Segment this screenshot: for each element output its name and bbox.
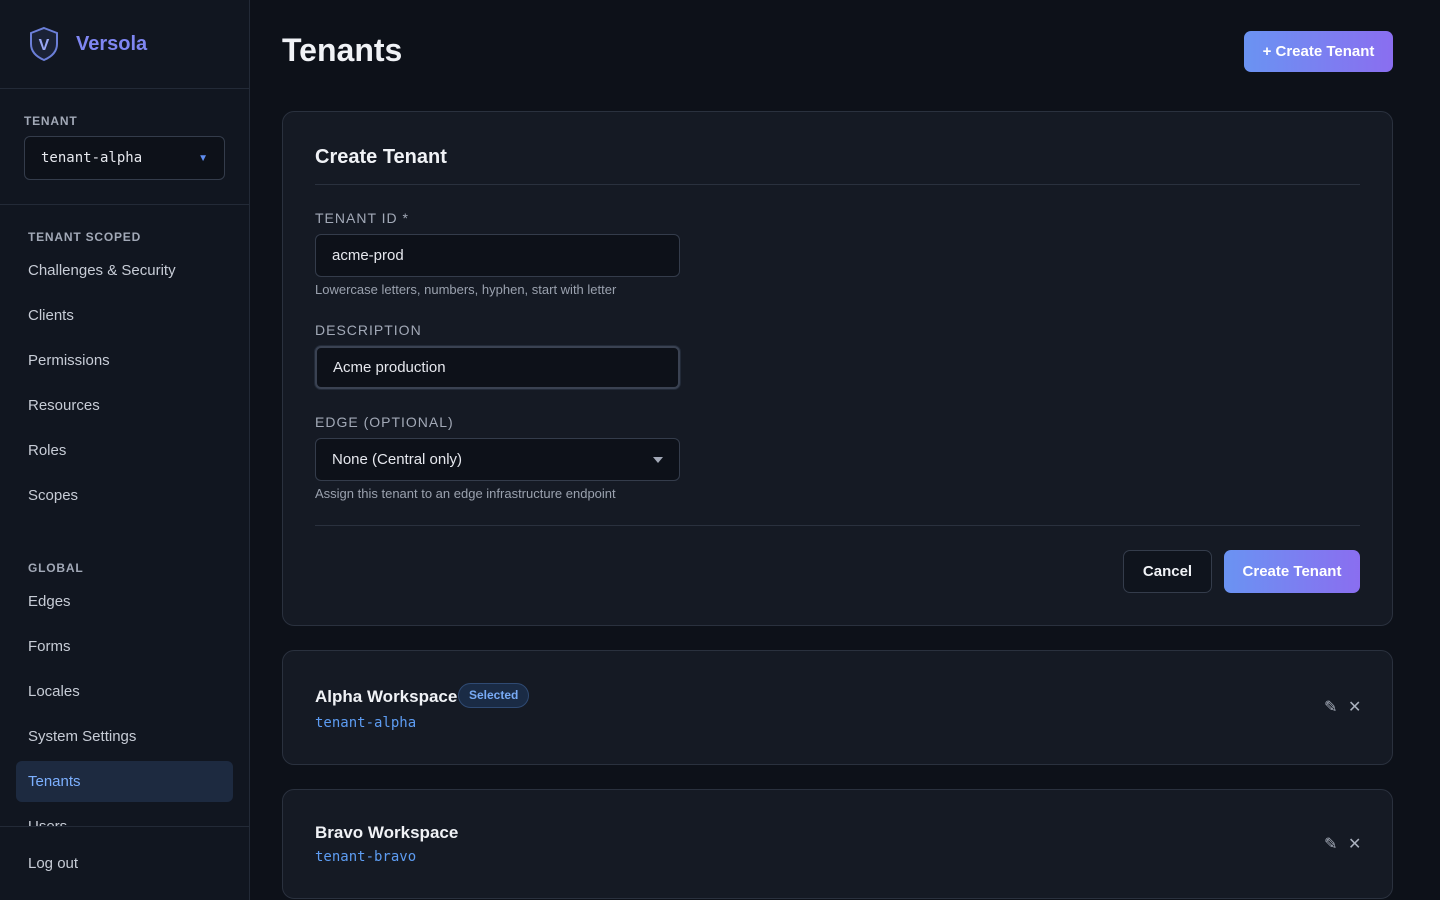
cancel-button[interactable]: Cancel bbox=[1123, 550, 1212, 593]
edge-label: EDGE (OPTIONAL) bbox=[315, 414, 454, 430]
sidebar-item-clients[interactable]: Clients bbox=[16, 295, 233, 336]
tenant-id: tenant-alpha bbox=[315, 715, 417, 731]
form-divider-top bbox=[315, 184, 1360, 185]
description-input[interactable]: Acme production bbox=[315, 346, 680, 389]
pencil-icon[interactable]: ✎ bbox=[1324, 834, 1337, 854]
sidebar-item-roles[interactable]: Roles bbox=[16, 430, 233, 471]
close-icon[interactable]: ✕ bbox=[1348, 834, 1361, 854]
form-title: Create Tenant bbox=[315, 146, 447, 168]
shield-logo-icon: V bbox=[30, 26, 58, 62]
edge-select[interactable]: None (Central only) bbox=[315, 438, 680, 481]
sidebar-nav: TENANT SCOPED Challenges & Security Clie… bbox=[0, 205, 249, 826]
create-tenant-header-button[interactable]: + Create Tenant bbox=[1244, 31, 1393, 72]
create-tenant-submit-button[interactable]: Create Tenant bbox=[1224, 550, 1360, 593]
description-label: DESCRIPTION bbox=[315, 322, 422, 338]
create-tenant-form: Create Tenant TENANT ID * acme-prod Lowe… bbox=[282, 111, 1393, 626]
logout-link[interactable]: Log out bbox=[28, 855, 78, 872]
page-title: Tenants bbox=[282, 32, 403, 68]
logout-area: Log out bbox=[0, 826, 249, 900]
brand-name: Versola bbox=[76, 32, 148, 55]
sidebar-item-users[interactable]: Users bbox=[16, 806, 233, 826]
sidebar-item-scopes[interactable]: Scopes bbox=[16, 475, 233, 516]
edge-select-value: None (Central only) bbox=[332, 451, 463, 468]
sidebar-item-permissions[interactable]: Permissions bbox=[16, 340, 233, 381]
tenant-picker-label: TENANT bbox=[24, 114, 78, 128]
sidebar: V Versola TENANT tenant-alpha ▼ TENANT S… bbox=[0, 0, 250, 900]
tenant-id-label: TENANT ID * bbox=[315, 210, 409, 226]
selected-badge: Selected bbox=[458, 683, 530, 708]
svg-text:V: V bbox=[39, 37, 50, 54]
tenant-id-value: acme-prod bbox=[332, 247, 404, 264]
description-value: Acme production bbox=[333, 359, 446, 376]
tenant-card[interactable]: Bravo Workspace tenant-bravo ✎ ✕ bbox=[282, 789, 1393, 899]
tenant-picker-section: TENANT tenant-alpha ▼ bbox=[0, 89, 249, 205]
edge-help: Assign this tenant to an edge infrastruc… bbox=[315, 486, 616, 501]
sidebar-item-challenges-security[interactable]: Challenges & Security bbox=[16, 250, 233, 291]
tenant-id: tenant-bravo bbox=[315, 849, 417, 865]
nav-section-tenant-scoped: TENANT SCOPED bbox=[28, 230, 142, 244]
sidebar-item-edges[interactable]: Edges bbox=[16, 581, 233, 622]
sidebar-item-resources[interactable]: Resources bbox=[16, 385, 233, 426]
sidebar-item-forms[interactable]: Forms bbox=[16, 626, 233, 667]
sidebar-item-system-settings[interactable]: System Settings bbox=[16, 716, 233, 757]
tenant-id-input[interactable]: acme-prod bbox=[315, 234, 680, 277]
form-divider-bottom bbox=[315, 525, 1360, 526]
sidebar-item-locales[interactable]: Locales bbox=[16, 671, 233, 712]
tenant-actions: ✎ ✕ bbox=[1324, 834, 1361, 854]
tenant-id-help: Lowercase letters, numbers, hyphen, star… bbox=[315, 282, 617, 297]
close-icon[interactable]: ✕ bbox=[1348, 697, 1361, 717]
chevron-down-icon: ▼ bbox=[198, 152, 208, 164]
tenant-actions: ✎ ✕ bbox=[1324, 697, 1361, 717]
nav-section-global: GLOBAL bbox=[28, 561, 84, 575]
brand[interactable]: V Versola bbox=[0, 0, 249, 89]
tenant-select-value: tenant-alpha bbox=[41, 150, 143, 166]
chevron-down-icon bbox=[653, 456, 663, 463]
sidebar-item-tenants[interactable]: Tenants bbox=[16, 761, 233, 802]
tenant-select[interactable]: tenant-alpha ▼ bbox=[24, 136, 225, 180]
tenant-name: Bravo Workspace bbox=[315, 823, 459, 842]
tenant-name: Alpha Workspace bbox=[315, 687, 458, 706]
tenant-card[interactable]: Alpha Workspace Selected tenant-alpha ✎ … bbox=[282, 650, 1393, 765]
pencil-icon[interactable]: ✎ bbox=[1324, 697, 1337, 717]
